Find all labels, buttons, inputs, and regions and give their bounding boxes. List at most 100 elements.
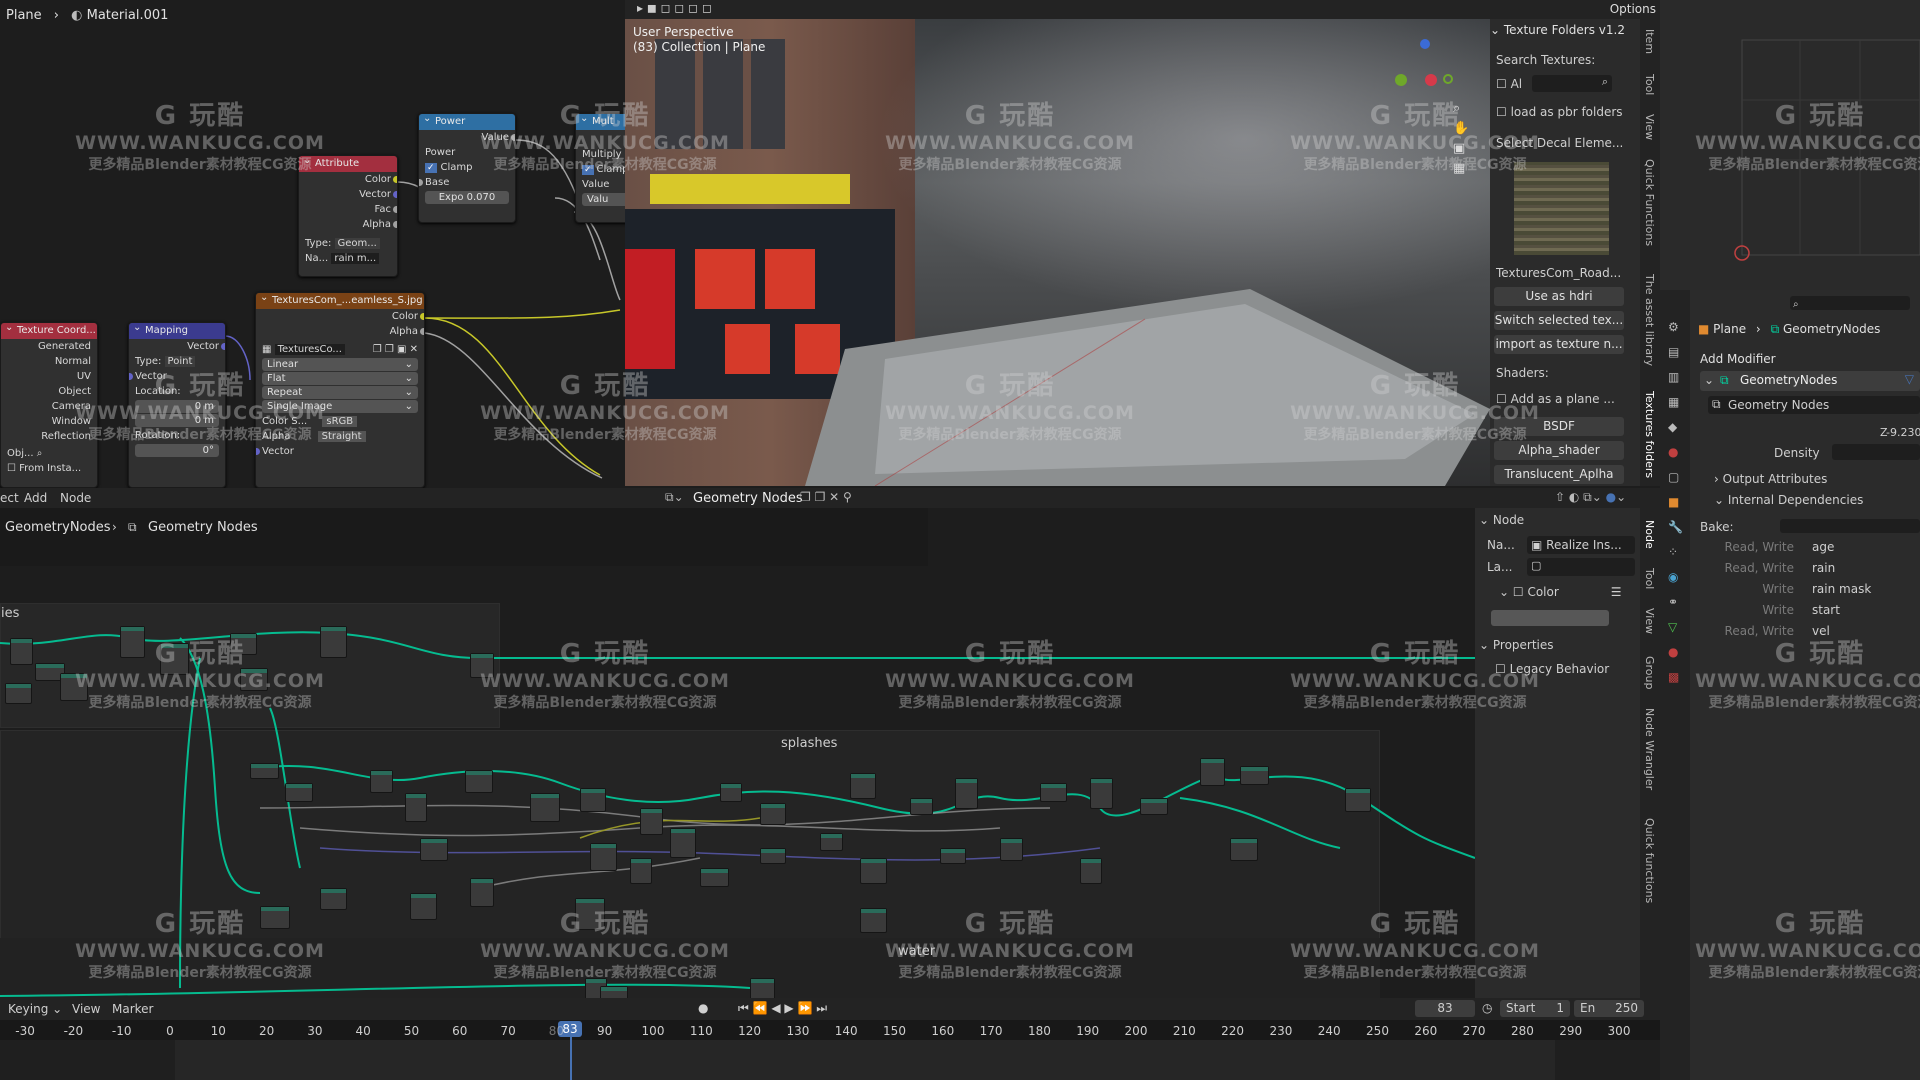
geometry-node[interactable] (10, 638, 33, 665)
geometry-node[interactable] (860, 858, 887, 884)
mapping-loc-x[interactable]: 0 m (135, 400, 219, 413)
menu-add[interactable]: Add (24, 491, 47, 505)
particles-tab-icon[interactable]: ⁘ (1668, 545, 1678, 559)
pan-hand-icon[interactable]: ✋ (1453, 119, 1469, 139)
attribute-type-row[interactable]: Type: Geom... (299, 236, 397, 251)
vector-socket-icon[interactable] (129, 373, 133, 380)
geometry-node[interactable] (860, 908, 887, 933)
geometry-node[interactable] (240, 668, 268, 691)
tab-tool[interactable]: Tool (1643, 74, 1656, 95)
geometry-node[interactable] (600, 986, 628, 998)
node-name-field[interactable]: ▣ Realize Ins... (1527, 536, 1635, 554)
geometry-node[interactable] (760, 848, 786, 864)
search-field[interactable]: ⌕ (1532, 75, 1612, 92)
marker-menu[interactable]: Marker (112, 1002, 153, 1016)
color-socket-icon[interactable] (420, 313, 424, 320)
node-section-header[interactable]: ⌄ Node (1479, 513, 1524, 527)
texcoord-object-row[interactable]: Obj... ⌕ (1, 446, 97, 461)
geometry-node[interactable] (410, 893, 437, 920)
clock-icon[interactable]: ◷ (1482, 1001, 1492, 1015)
image-texture-header[interactable]: TexturesCom_...eamless_S.jpg (256, 293, 424, 309)
mapping-node[interactable]: Mapping Vector Type: Point Vector Locati… (128, 322, 226, 488)
navigation-gizmo[interactable] (1395, 39, 1455, 99)
geometry-nodes-canvas[interactable]: GeometryNodes › ⧉ Geometry Nodes ies spl… (0, 508, 1475, 998)
image-selector[interactable]: ▦ TexturesCo... ❐ ❐ ▣ ✕ (256, 342, 424, 357)
geometry-node[interactable] (1345, 788, 1371, 812)
texture-folders-title[interactable]: ⌄ Texture Folders v1.2 (1490, 23, 1625, 37)
add-modifier-button[interactable]: Add Modifier (1700, 352, 1776, 366)
collection-tab-icon[interactable]: ▢ (1668, 470, 1679, 484)
checkbox-icon[interactable]: ☐ (1496, 392, 1507, 406)
geometry-node[interactable] (1040, 783, 1067, 802)
geometry-node[interactable] (1090, 778, 1113, 809)
tab-textures-folders[interactable]: Textures folders (1643, 391, 1656, 478)
geometry-node[interactable] (120, 626, 145, 658)
pbr-folders-checkbox[interactable]: ☐ load as pbr folders (1496, 105, 1623, 119)
geometry-node[interactable] (1080, 858, 1102, 884)
constraints-tab-icon[interactable]: ⚭ (1668, 595, 1678, 609)
geometry-node[interactable] (1200, 758, 1225, 786)
image-texture-node[interactable]: TexturesCom_...eamless_S.jpg Color Alpha… (255, 292, 425, 488)
use-as-hdri-button[interactable]: Use as hdri (1494, 287, 1624, 306)
value-socket-icon[interactable] (511, 134, 515, 141)
mapping-type-row[interactable]: Type: Point (129, 354, 225, 369)
vector-socket-icon[interactable] (393, 191, 397, 198)
import-as-texture-button[interactable]: import as texture n... (1494, 335, 1624, 354)
world-tab-icon[interactable]: ● (1668, 445, 1678, 459)
3d-viewport[interactable]: User Perspective (83) Collection | Plane… (625, 19, 1490, 486)
geometry-node[interactable] (1230, 838, 1258, 861)
geometry-node[interactable] (820, 833, 843, 851)
texcoord-node-header[interactable]: Texture Coord... (1, 323, 97, 339)
geometry-node[interactable] (760, 803, 786, 825)
geometry-node[interactable] (470, 878, 494, 907)
attribute-node[interactable]: Attribute Color Vector Fac Alpha Type: G… (298, 155, 398, 277)
eyedropper-icon[interactable]: ⌕ (37, 448, 43, 459)
tab-item[interactable]: Item (1643, 29, 1656, 54)
end-field[interactable]: En 250 (1574, 1000, 1644, 1017)
overlay-icons[interactable]: ⇧ ◐ ⧉⌄ ●⌄ (1555, 490, 1626, 505)
internal-dependencies-section[interactable]: ⌄ Internal Dependencies (1714, 493, 1863, 507)
projection-select[interactable]: Flat ⌄ (262, 372, 418, 385)
geometry-node[interactable] (940, 848, 966, 864)
gizmo-y-icon[interactable] (1395, 74, 1407, 86)
geometry-node[interactable] (850, 773, 876, 799)
mapping-loc-y[interactable]: 0 m (135, 414, 219, 427)
geometry-node[interactable] (320, 888, 347, 910)
geometry-node[interactable] (60, 673, 88, 701)
gizmo-x-icon[interactable] (1425, 74, 1437, 86)
geometry-node[interactable] (1140, 798, 1168, 815)
data-tab-icon[interactable]: ▽ (1668, 620, 1677, 634)
power-clamp[interactable]: ✓ Clamp (419, 160, 515, 175)
extension-select[interactable]: Repeat ⌄ (262, 386, 418, 399)
tab-view[interactable]: View (1643, 608, 1656, 634)
gizmo-neg-y-icon[interactable] (1443, 74, 1453, 84)
geometry-node[interactable] (5, 683, 32, 704)
checkbox-icon[interactable]: ☐ (1496, 77, 1507, 91)
alpha-shader-button[interactable]: Alpha_shader (1494, 441, 1624, 460)
tab-quick-functions[interactable]: Quick Functions (1643, 159, 1656, 246)
mapping-node-header[interactable]: Mapping (129, 323, 225, 339)
checkbox-icon[interactable]: ☐ (1495, 662, 1510, 676)
attribute-name-row[interactable]: Na... rain m... (299, 251, 397, 266)
power-node-header[interactable]: Power (419, 114, 515, 130)
geometry-node[interactable] (630, 858, 652, 884)
geometry-node[interactable] (405, 793, 427, 822)
gizmo-z-icon[interactable] (1420, 39, 1430, 49)
playback-controls[interactable]: ⏮ ⏪ ◀ ▶ ⏩ ⏭ (738, 1001, 827, 1016)
geometry-node[interactable] (575, 898, 605, 930)
switch-selected-texture-button[interactable]: Switch selected tex... (1494, 311, 1624, 330)
interpolation-select[interactable]: Linear ⌄ (262, 358, 418, 371)
all-checkbox[interactable]: ☐ Al (1496, 77, 1522, 91)
node-name-value[interactable]: Realize Ins... (1546, 538, 1622, 552)
attribute-node-header[interactable]: Attribute (299, 156, 397, 172)
add-as-plane-checkbox[interactable]: ☐ Add as a plane ... (1496, 392, 1615, 406)
view-layer-tab-icon[interactable]: ▦ (1668, 395, 1679, 409)
checkbox-icon[interactable]: ☐ (1513, 585, 1528, 599)
current-frame-field[interactable]: 83 (1415, 1000, 1475, 1017)
texture-tab-icon[interactable]: ▩ (1668, 670, 1679, 684)
geometry-node[interactable] (640, 808, 663, 835)
menu-node[interactable]: Node (60, 491, 91, 505)
bake-field[interactable] (1780, 519, 1920, 533)
modifier-name[interactable]: GeometryNodes (1740, 373, 1837, 387)
geometry-node[interactable] (260, 906, 290, 929)
